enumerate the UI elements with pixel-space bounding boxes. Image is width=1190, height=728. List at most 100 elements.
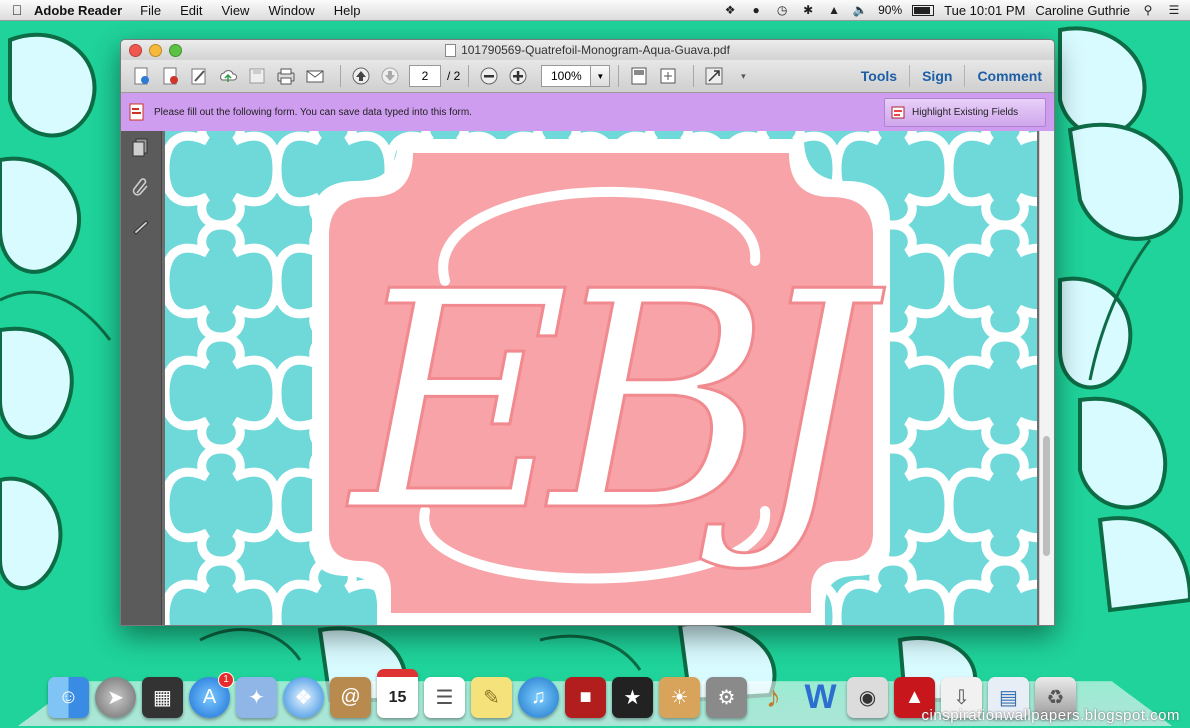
- app-menu[interactable]: Adobe Reader: [34, 3, 122, 18]
- printer-icon: [277, 68, 295, 85]
- vertical-scrollbar[interactable]: [1039, 131, 1054, 625]
- reader-window: 101790569-Quatrefoil-Monogram-Aqua-Guava…: [120, 39, 1055, 626]
- menu-help[interactable]: Help: [334, 3, 361, 18]
- watermark: cinspirationwallpapers.blogspot.com: [921, 707, 1180, 724]
- pdf-document-icon: [445, 43, 457, 57]
- arrow-up-icon: [352, 67, 370, 85]
- calendar-day: 15: [388, 688, 407, 706]
- dropbox-icon[interactable]: ❖: [722, 2, 738, 18]
- dock-safari-icon[interactable]: ❖: [283, 677, 324, 718]
- minimize-button[interactable]: [149, 44, 162, 57]
- dock-contacts-icon[interactable]: @: [330, 677, 371, 718]
- time-machine-icon[interactable]: ◷: [774, 2, 790, 18]
- menu-view[interactable]: View: [222, 3, 250, 18]
- dock-garageband-icon[interactable]: ♪: [753, 677, 794, 718]
- dock-system-preferences-icon[interactable]: ⚙: [706, 677, 747, 718]
- battery-icon[interactable]: [912, 4, 935, 16]
- battery-percent: 90%: [878, 3, 903, 17]
- dock-app-store-icon[interactable]: A1: [189, 672, 234, 718]
- activity-icon[interactable]: ●: [748, 2, 764, 18]
- export-pdf-button[interactable]: [158, 64, 182, 88]
- zoom-out-button[interactable]: [477, 64, 501, 88]
- user-name[interactable]: Caroline Guthrie: [1035, 3, 1130, 18]
- dock-mission-control-icon[interactable]: ▦: [142, 677, 183, 718]
- save-button[interactable]: [245, 64, 269, 88]
- volume-icon[interactable]: 🔈: [852, 2, 868, 18]
- full-screen-button[interactable]: [702, 64, 726, 88]
- toolbar: 2 / 2 100% ▼ ▾ Tools Sign Comment: [121, 60, 1054, 93]
- attachments-button[interactable]: [130, 177, 152, 199]
- toolbar-overflow-chevron-icon[interactable]: ▾: [731, 64, 755, 88]
- document-area[interactable]: EBJ: [162, 131, 1054, 625]
- quatrefoil-monogram-artwork: EBJ: [165, 131, 1037, 625]
- zoom-level-input[interactable]: 100%: [541, 65, 592, 87]
- expand-icon: [705, 67, 723, 85]
- highlight-existing-fields-button[interactable]: Highlight Existing Fields: [884, 98, 1046, 127]
- page-thumbnails-button[interactable]: [130, 137, 152, 159]
- pages-icon: [132, 138, 148, 157]
- dock-calendar-icon[interactable]: 15: [377, 669, 418, 718]
- dock-facetime-icon[interactable]: ◉: [847, 677, 888, 718]
- navigation-sidebar: [121, 131, 162, 625]
- clock[interactable]: Tue 10:01 PM: [944, 3, 1025, 18]
- dock-microsoft-word-icon[interactable]: W: [800, 677, 841, 718]
- close-button[interactable]: [129, 44, 142, 57]
- next-page-button[interactable]: [378, 64, 402, 88]
- apple-menu-icon[interactable]: : [0, 2, 34, 18]
- menu-file[interactable]: File: [140, 3, 161, 18]
- signatures-button[interactable]: [130, 217, 152, 239]
- wifi-icon[interactable]: ▲: [826, 2, 842, 18]
- envelope-icon: [306, 70, 324, 83]
- dock-launchpad-icon[interactable]: ➤: [95, 677, 136, 718]
- menu-edit[interactable]: Edit: [180, 3, 202, 18]
- sign-pane-link[interactable]: Sign: [910, 68, 964, 84]
- signature-pen-icon: [133, 220, 149, 235]
- print-button[interactable]: [274, 64, 298, 88]
- page-view-icon: [631, 67, 647, 85]
- toolbar-separator: [618, 65, 620, 87]
- tools-pane-link[interactable]: Tools: [849, 68, 909, 84]
- create-pdf-icon: [134, 67, 149, 85]
- dock-imovie-icon[interactable]: ★: [612, 677, 653, 718]
- app-store-badge: 1: [218, 672, 234, 688]
- title-bar[interactable]: 101790569-Quatrefoil-Monogram-Aqua-Guava…: [121, 40, 1054, 60]
- email-button[interactable]: [303, 64, 327, 88]
- page-number-input[interactable]: 2: [409, 65, 441, 87]
- form-document-icon: [129, 103, 144, 121]
- comment-pane-link[interactable]: Comment: [965, 68, 1054, 84]
- menu-window[interactable]: Window: [268, 3, 314, 18]
- toolbar-separator: [468, 65, 470, 87]
- dock-finder-icon[interactable]: ☺: [48, 677, 89, 718]
- bluetooth-icon[interactable]: ✱: [800, 2, 816, 18]
- previous-page-button[interactable]: [349, 64, 373, 88]
- dock-iphoto-icon[interactable]: ☀: [659, 677, 700, 718]
- edit-button[interactable]: [187, 64, 211, 88]
- single-page-view-button[interactable]: [627, 64, 651, 88]
- highlight-button-label: Highlight Existing Fields: [912, 107, 1019, 118]
- notification-center-icon[interactable]: ☰: [1166, 2, 1182, 18]
- dock-photo-booth-icon[interactable]: ■: [565, 677, 606, 718]
- zoom-in-button[interactable]: [506, 64, 530, 88]
- cloud-upload-icon: [220, 70, 238, 82]
- scrollbar-thumb[interactable]: [1043, 436, 1050, 556]
- dock-stickies-icon[interactable]: ✎: [471, 677, 512, 718]
- fit-page-button[interactable]: [656, 64, 680, 88]
- export-pdf-icon: [163, 67, 178, 85]
- window-title: 101790569-Quatrefoil-Monogram-Aqua-Guava…: [461, 43, 730, 57]
- dock-reminders-icon[interactable]: ☰: [424, 677, 465, 718]
- highlight-fields-icon: [891, 106, 905, 119]
- form-message: Please fill out the following form. You …: [154, 106, 472, 118]
- arrow-down-icon: [381, 67, 399, 85]
- zoom-dropdown-chevron-down-icon[interactable]: ▼: [591, 65, 611, 87]
- dock-itunes-icon[interactable]: ♫: [518, 677, 559, 718]
- dock-preview-icon[interactable]: ✦: [236, 677, 277, 718]
- spotlight-search-icon[interactable]: ⚲: [1140, 2, 1156, 18]
- monogram-text: EBJ: [346, 228, 886, 577]
- menu-bar:  Adobe Reader File Edit View Window Hel…: [0, 0, 1190, 21]
- plus-circle-icon: [509, 67, 527, 85]
- zoom-button[interactable]: [169, 44, 182, 57]
- create-pdf-button[interactable]: [129, 64, 153, 88]
- upload-cloud-button[interactable]: [216, 64, 240, 88]
- paperclip-icon: [132, 178, 148, 196]
- pdf-page[interactable]: EBJ: [165, 131, 1037, 625]
